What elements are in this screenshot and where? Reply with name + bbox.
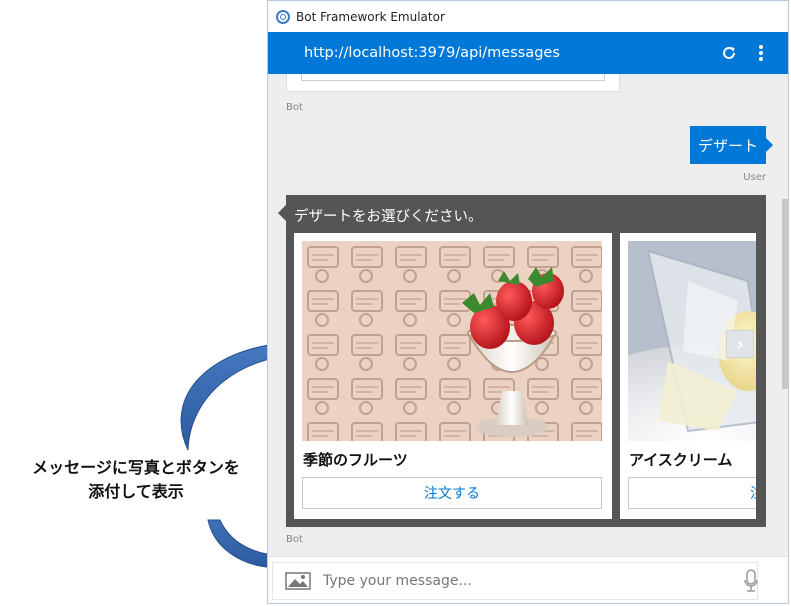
order-button[interactable]: 注文する [628,477,756,509]
hero-card-carousel: 季節のフルーツ 注文する アイスクリーム [294,233,756,521]
emulator-window: Bot Framework Emulator http://localhost:… [267,0,789,604]
card-title: 季節のフルーツ [303,451,408,469]
previous-card-partial [286,74,620,92]
hero-card-fruit: 季節のフルーツ 注文する [294,233,612,519]
composer-box [272,562,758,600]
more-vertical-icon[interactable] [748,40,774,66]
user-sender-label: User [743,172,766,183]
chat-history: Bot デザート User デザートをお選びください。 季節のフルーツ 注文する… [268,74,788,556]
endpoint-bar: http://localhost:3979/api/messages [268,32,788,74]
chat-scrollbar[interactable] [782,199,788,389]
image-attach-icon[interactable] [285,572,311,590]
title-bar: Bot Framework Emulator [268,1,788,32]
app-logo-icon [276,9,290,24]
message-composer [268,556,788,603]
bot-message-text: デザートをお選びください。 [294,209,483,225]
carousel-next-button[interactable]: › [726,330,754,358]
bot-message-bubble: デザートをお選びください。 季節のフルーツ 注文する アイスクリーム [278,195,766,527]
microphone-icon[interactable] [736,566,766,596]
bot-sender-label: Bot [286,102,303,113]
hero-card-icecream: アイスクリーム 注文する [620,233,756,519]
chevron-right-icon: › [736,333,744,355]
message-input[interactable] [321,572,757,590]
bot-sender-label: Bot [286,534,303,545]
window-title: Bot Framework Emulator [296,9,445,24]
user-message-bubble: デザート [689,126,774,164]
endpoint-url[interactable]: http://localhost:3979/api/messages [304,45,710,61]
card-title: アイスクリーム [629,451,733,469]
card-image-strawberries[interactable] [302,241,602,441]
refresh-icon[interactable] [716,40,742,66]
order-button[interactable]: 注文する [302,477,602,509]
